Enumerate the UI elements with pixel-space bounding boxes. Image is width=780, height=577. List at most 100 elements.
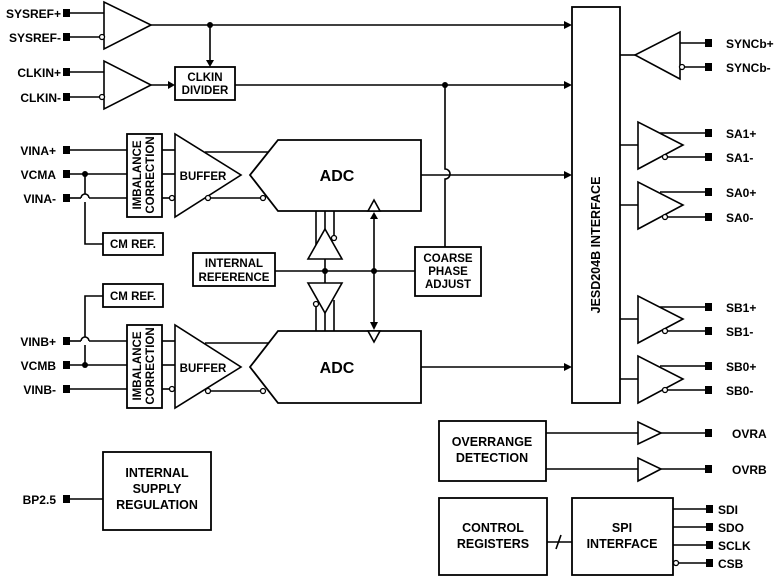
arrow-head xyxy=(564,171,572,179)
imbalance-b-label-2: CORRECTION xyxy=(145,327,157,404)
jesd-section: JESD204B INTERFACE SYNCb+ SYNCb- SA1+ SA… xyxy=(571,6,774,405)
pin-sa0-p xyxy=(705,188,712,196)
pin-sb0-p xyxy=(705,362,712,370)
pin-label-sa0-n: SA0- xyxy=(726,211,753,225)
inversion-bubble xyxy=(98,33,106,41)
syncb-receiver-amp xyxy=(633,30,681,81)
sb0-driver-amp xyxy=(637,354,685,405)
ref-buffer-b xyxy=(306,282,344,315)
pin-label-clkin-p: CLKIN+ xyxy=(17,66,61,80)
pin-bp25 xyxy=(63,495,70,503)
pin-sclk xyxy=(706,541,713,549)
arrow-head xyxy=(370,212,378,219)
pin-label-sb1-p: SB1+ xyxy=(726,301,756,315)
coarse-phase-label-2: PHASE xyxy=(428,266,468,278)
reference-section: INTERNAL REFERENCE COARSE PHASE ADJUST xyxy=(192,211,482,331)
arrow-head xyxy=(168,81,175,89)
supply-section: BP2.5 INTERNAL SUPPLY REGULATION xyxy=(23,451,212,531)
sa1-driver-amp xyxy=(637,120,685,171)
pin-label-vina-p: VINA+ xyxy=(20,144,56,158)
arrow-head xyxy=(564,363,572,371)
pin-vcmb xyxy=(63,361,70,369)
buffer-b-label: BUFFER xyxy=(180,363,227,375)
imbalance-a-label-1: IMBALANCE xyxy=(132,140,144,209)
spi-interface-label-2: INTERFACE xyxy=(587,537,658,551)
ovrb-driver-amp xyxy=(637,456,663,483)
inversion-bubble xyxy=(259,387,267,395)
pin-sdi xyxy=(706,505,713,513)
supply-label-3: REGULATION xyxy=(116,498,198,512)
cm-ref-b-label: CM REF. xyxy=(110,291,156,303)
pin-label-sb1-n: SB1- xyxy=(726,325,753,339)
pin-syncb-n xyxy=(705,63,712,71)
pin-label-sb0-n: SB0- xyxy=(726,384,753,398)
pin-label-vcma: VCMA xyxy=(21,168,57,182)
pin-label-sa1-n: SA1- xyxy=(726,151,753,165)
pin-label-syncb-p: SYNCb+ xyxy=(726,37,774,51)
ref-buffer-a xyxy=(306,227,344,260)
supply-label-1: INTERNAL xyxy=(125,466,189,480)
inversion-bubble xyxy=(204,194,212,202)
pin-csb xyxy=(706,559,713,567)
spi-interface-label-1: SPI xyxy=(612,521,632,535)
pin-label-sa0-p: SA0+ xyxy=(726,186,756,200)
arrow-head xyxy=(206,60,214,67)
pin-label-sclk: SCLK xyxy=(718,539,751,553)
jesd204b-interface-label: JESD204B INTERFACE xyxy=(589,177,603,314)
arrow-head xyxy=(564,81,572,89)
pin-label-sdi: SDI xyxy=(718,503,738,517)
cm-ref-a-label: CM REF. xyxy=(110,239,156,251)
internal-reference-label-1: INTERNAL xyxy=(205,258,263,270)
pin-label-sa1-p: SA1+ xyxy=(726,127,756,141)
pin-label-bp25: BP2.5 xyxy=(23,493,57,507)
inversion-bubble xyxy=(330,234,338,242)
pin-sa1-n xyxy=(705,153,712,161)
pin-sysref-n xyxy=(63,33,70,41)
pin-label-ovrb: OVRB xyxy=(732,463,767,477)
control-registers-label-2: REGISTERS xyxy=(457,537,529,551)
pin-label-clkin-n: CLKIN- xyxy=(20,91,61,105)
supply-label-2: SUPPLY xyxy=(133,482,183,496)
sb1-driver-amp xyxy=(637,294,685,345)
pin-label-syncb-n: SYNCb- xyxy=(726,61,771,75)
pin-sa0-n xyxy=(705,213,712,221)
inversion-bubble xyxy=(204,387,212,395)
overrange-label-2: DETECTION xyxy=(456,451,528,465)
sysref-receiver-amp xyxy=(103,0,153,51)
clkin-receiver-amp xyxy=(103,59,153,111)
inversion-bubble xyxy=(678,63,686,71)
clkin-divider-label-1: CLKIN xyxy=(187,72,222,84)
pin-label-vinb-p: VINB+ xyxy=(20,335,56,349)
ovra-driver-amp xyxy=(637,420,663,446)
pin-label-sysref-n: SYSREF- xyxy=(9,31,61,45)
pin-label-sdo: SDO xyxy=(718,521,744,535)
pin-vina-n xyxy=(63,194,70,202)
inversion-bubble xyxy=(259,194,267,202)
coarse-phase-label-1: COARSE xyxy=(423,253,473,265)
inversion-bubble xyxy=(168,194,176,202)
sysref-section: SYSREF+ SYSREF- xyxy=(6,0,572,67)
control-section: CONTROL REGISTERS SPI INTERFACE SDI SDO … xyxy=(438,497,751,576)
pin-sa1-p xyxy=(705,129,712,137)
channel-a-input: VINA+ VCMA VINA- CM REF. IMBALANCE CORRE… xyxy=(20,132,572,256)
pin-syncb-p xyxy=(705,39,712,47)
pin-label-vcmb: VCMB xyxy=(21,359,57,373)
pin-vina-p xyxy=(63,146,70,154)
arrow-head xyxy=(564,21,572,29)
pin-clkin-p xyxy=(63,68,70,76)
pin-sb0-n xyxy=(705,386,712,394)
pin-sysref-p xyxy=(63,9,70,17)
arrow-head xyxy=(370,322,378,330)
adc-a-label: ADC xyxy=(320,168,355,185)
sa0-driver-amp xyxy=(637,180,685,231)
inversion-bubble xyxy=(98,93,106,101)
inversion-bubble xyxy=(661,327,669,335)
pin-vinb-n xyxy=(63,385,70,393)
pin-sb1-p xyxy=(705,303,712,311)
inversion-bubble xyxy=(168,385,176,393)
pin-vinb-p xyxy=(63,337,70,345)
imbalance-b-label-1: IMBALANCE xyxy=(132,331,144,400)
inversion-bubble xyxy=(312,300,320,308)
pin-label-sb0-p: SB0+ xyxy=(726,360,756,374)
pin-label-sysref-p: SYSREF+ xyxy=(6,7,61,21)
